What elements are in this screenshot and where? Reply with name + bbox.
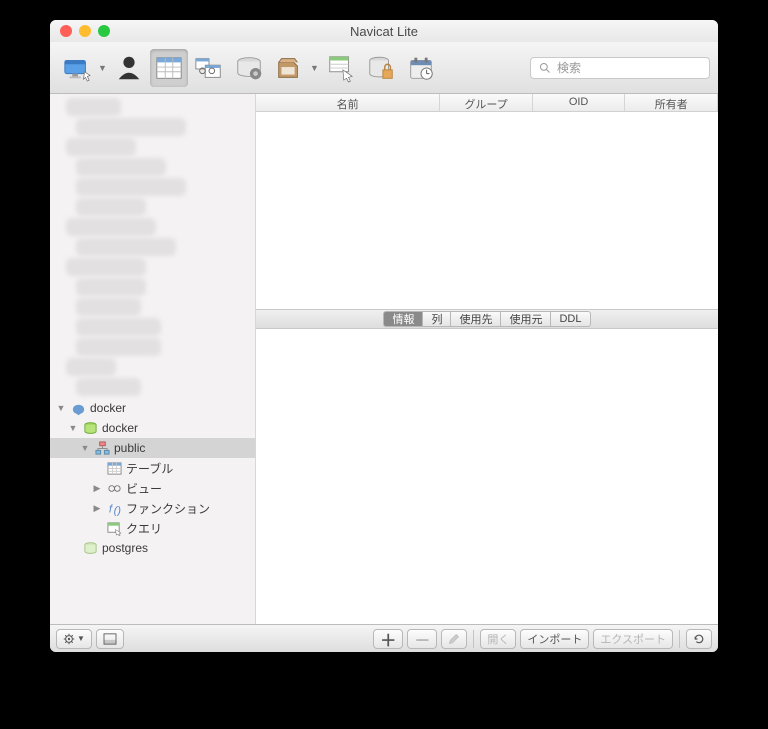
sidebar: ▼ docker ▼ docker ▼ public テーブル ▶	[50, 94, 256, 624]
column-headers: 名前 グループ OID 所有者	[256, 94, 718, 112]
database-icon	[82, 540, 98, 556]
search-icon	[539, 62, 551, 74]
other-button[interactable]	[270, 49, 308, 87]
segment-control: 情報 列 使用先 使用元 DDL	[383, 311, 590, 327]
tree-label: テーブル	[126, 460, 173, 477]
object-list[interactable]	[256, 112, 718, 309]
disclosure-icon[interactable]: ▼	[56, 403, 66, 413]
other-dropdown[interactable]: ▼	[310, 63, 320, 73]
tree-views[interactable]: ▶ ビュー	[50, 478, 255, 498]
tree-label: postgres	[102, 541, 148, 555]
disclosure-icon[interactable]: ▶	[92, 503, 102, 514]
disclosure-icon[interactable]: ▼	[80, 443, 90, 453]
remove-button[interactable]: －	[407, 629, 437, 649]
edit-button[interactable]	[441, 629, 467, 649]
body: ▼ docker ▼ docker ▼ public テーブル ▶	[50, 94, 718, 624]
toggle-panel-button[interactable]	[96, 629, 124, 649]
schema-icon	[94, 440, 110, 456]
tree-database-postgres[interactable]: postgres	[50, 538, 255, 558]
tab-uses[interactable]: 使用元	[501, 311, 551, 327]
tab-column[interactable]: 列	[423, 311, 451, 327]
col-owner[interactable]: 所有者	[625, 94, 718, 111]
export-button[interactable]: エクスポート	[593, 629, 673, 649]
window-title: Navicat Lite	[50, 24, 718, 39]
zoom-window-button[interactable]	[98, 25, 110, 37]
minimize-window-button[interactable]	[79, 25, 91, 37]
search-placeholder: 検索	[557, 59, 581, 76]
function-icon: f()	[106, 500, 122, 516]
tree-database-docker[interactable]: ▼ docker	[50, 418, 255, 438]
options-gear-button[interactable]: ▼	[56, 629, 92, 649]
detail-pane	[256, 329, 718, 624]
search-field[interactable]: 検索	[530, 57, 710, 79]
database-icon	[82, 420, 98, 436]
view-button[interactable]	[190, 49, 228, 87]
refresh-button[interactable]	[686, 629, 712, 649]
footer: ▼ ＋ － 開く インポート エクスポート	[50, 624, 718, 652]
tree-schema-public[interactable]: ▼ public	[50, 438, 255, 458]
tree-label: docker	[102, 421, 138, 435]
col-oid[interactable]: OID	[533, 94, 626, 111]
open-button[interactable]: 開く	[480, 629, 516, 649]
col-group[interactable]: グループ	[440, 94, 533, 111]
add-button[interactable]: ＋	[373, 629, 403, 649]
detail-tabbar: 情報 列 使用先 使用元 DDL	[256, 309, 718, 329]
schedule-button[interactable]	[402, 49, 440, 87]
table-button[interactable]	[150, 49, 188, 87]
connection-button[interactable]	[58, 49, 96, 87]
backup-button[interactable]	[362, 49, 400, 87]
app-window: Navicat Lite ▼ ▼	[50, 20, 718, 652]
tree-label: ビュー	[126, 480, 162, 497]
tab-used-in[interactable]: 使用先	[451, 311, 501, 327]
elephant-icon	[70, 400, 86, 416]
tree-tables[interactable]: テーブル	[50, 458, 255, 478]
close-window-button[interactable]	[60, 25, 72, 37]
tree-queries[interactable]: クエリ	[50, 518, 255, 538]
view-icon	[106, 480, 122, 496]
tree-label: ファンクション	[126, 500, 210, 517]
import-button[interactable]: インポート	[520, 629, 589, 649]
svg-text:(): ()	[113, 505, 121, 516]
toolbar: ▼ ▼ 検索	[50, 42, 718, 94]
disclosure-icon[interactable]: ▶	[92, 483, 102, 494]
tab-ddl[interactable]: DDL	[551, 311, 590, 327]
tree-label: public	[114, 441, 145, 455]
query-button[interactable]	[322, 49, 360, 87]
tree-label: docker	[90, 401, 126, 415]
redacted-connections	[50, 98, 255, 398]
traffic-lights	[60, 25, 110, 37]
titlebar: Navicat Lite	[50, 20, 718, 42]
tab-info[interactable]: 情報	[383, 311, 423, 327]
tree-connection-docker[interactable]: ▼ docker	[50, 398, 255, 418]
main-pane: 名前 グループ OID 所有者 情報 列 使用先 使用元 DDL	[256, 94, 718, 624]
col-name[interactable]: 名前	[256, 94, 440, 111]
query-icon	[106, 520, 122, 536]
function-button[interactable]	[230, 49, 268, 87]
tree-functions[interactable]: ▶ f() ファンクション	[50, 498, 255, 518]
connection-dropdown[interactable]: ▼	[98, 63, 108, 73]
tree-label: クエリ	[126, 520, 162, 537]
disclosure-icon[interactable]: ▼	[68, 423, 78, 433]
table-icon	[106, 460, 122, 476]
user-button[interactable]	[110, 49, 148, 87]
